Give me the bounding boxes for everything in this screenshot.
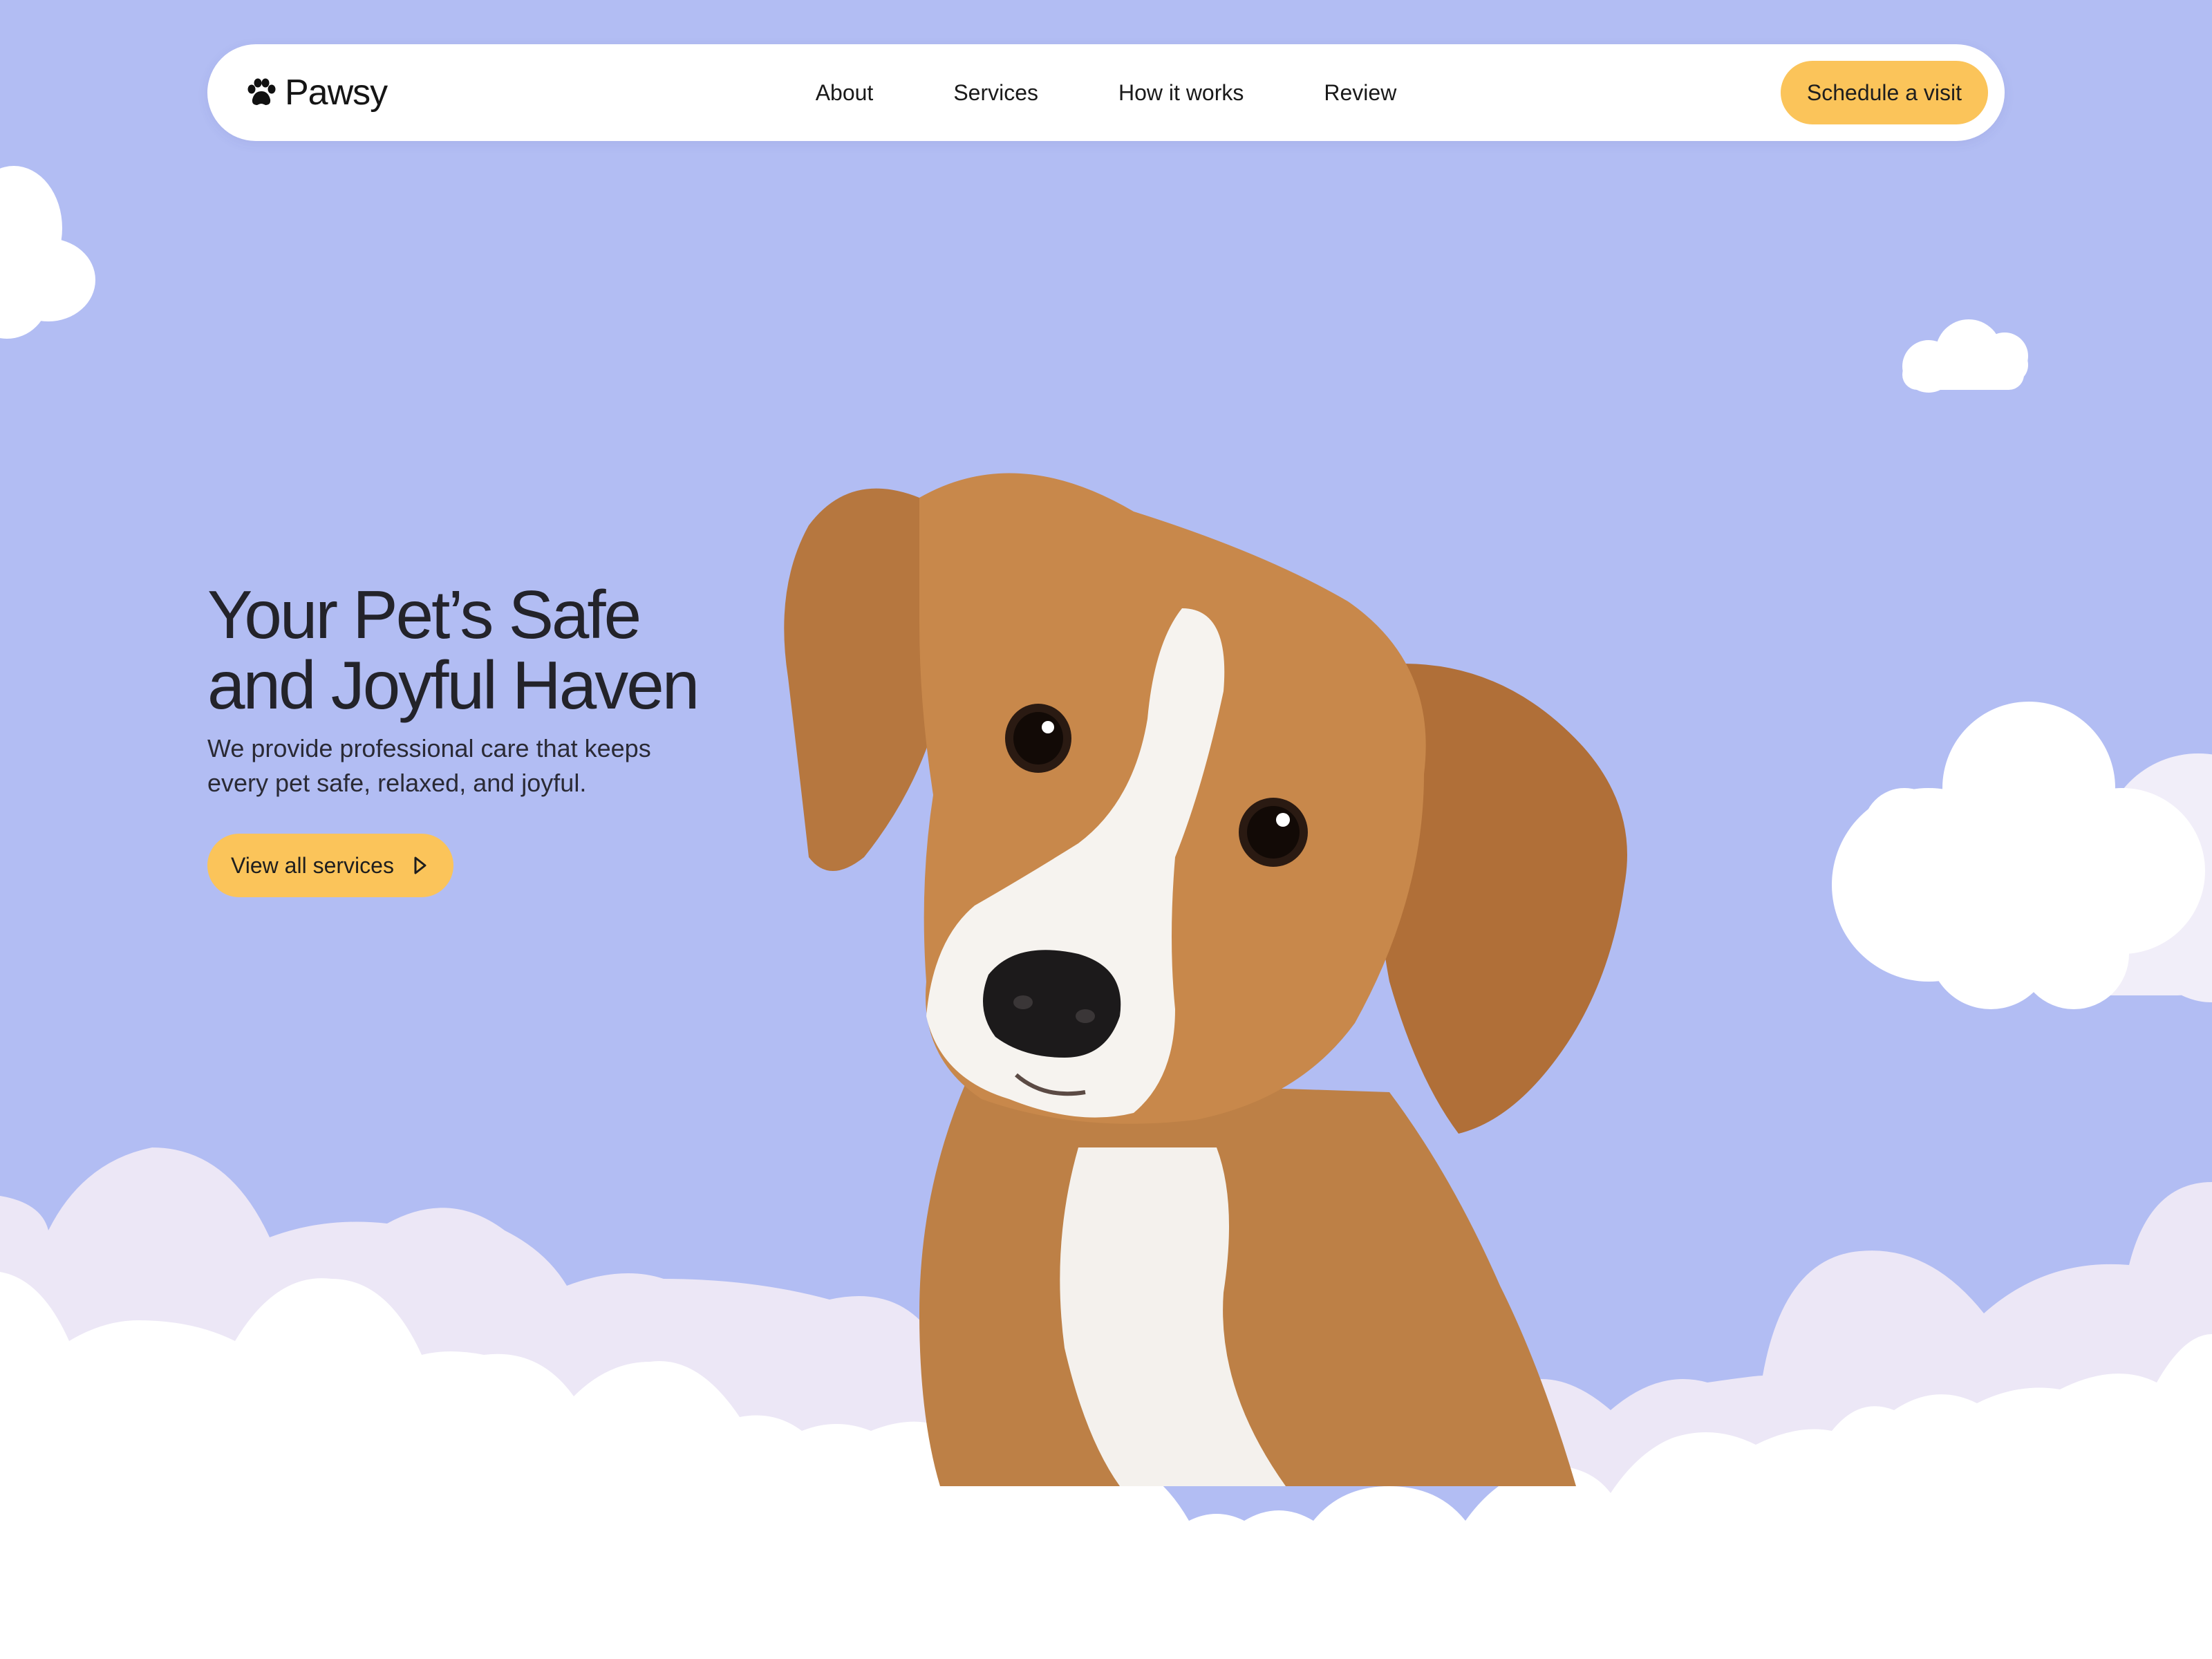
view-all-services-label: View all services [231, 852, 394, 878]
nav-link-review[interactable]: Review [1282, 80, 1396, 106]
dog-ear-left [784, 488, 940, 871]
brand-logo[interactable]: Pawsy [246, 72, 388, 113]
brand-name: Pawsy [285, 73, 388, 113]
hero-title-line-2: and Joyful Haven [207, 647, 700, 723]
hero-subtitle: We provide professional care that keeps … [207, 731, 705, 800]
schedule-visit-button[interactable]: Schedule a visit [1780, 61, 1988, 124]
landing-page: Pawsy About Services How it works Review… [0, 0, 2212, 1659]
nav-link-how-it-works[interactable]: How it works [1077, 80, 1244, 106]
dog-body [919, 1078, 1576, 1486]
hero-title-line-1: Your Pet’s Safe [207, 577, 641, 653]
hero-title: Your Pet’s Safe and Joyful Haven [207, 579, 774, 720]
nav-link-services[interactable]: Services [912, 80, 1038, 106]
paw-icon [247, 78, 276, 105]
dog-head [784, 473, 1627, 1134]
view-all-services-button[interactable]: View all services [207, 834, 453, 897]
nav-links: About Services How it works Review [207, 44, 2005, 141]
top-navbar: Pawsy About Services How it works Review… [207, 44, 2005, 141]
dog-illustration [784, 473, 1627, 1486]
hero-subtitle-line-1: We provide professional care that keeps [207, 734, 651, 762]
dog-nose [983, 950, 1121, 1058]
nav-link-about[interactable]: About [816, 80, 874, 106]
hero-subtitle-line-2: every pet safe, relaxed, and joyful. [207, 769, 587, 797]
play-triangle-icon [414, 856, 427, 874]
